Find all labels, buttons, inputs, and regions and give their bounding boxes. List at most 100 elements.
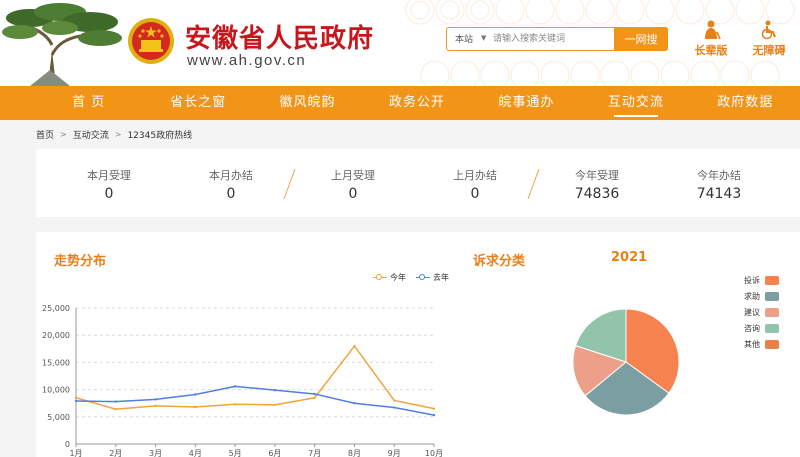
pie-legend-label: 求助 [744, 291, 760, 301]
stat-last-month-received: 上月受理 0 [293, 149, 413, 217]
stat-label: 上月受理 [331, 169, 375, 182]
search-input[interactable] [493, 31, 611, 47]
search-button[interactable]: 一网搜 [614, 27, 668, 51]
stat-label: 本月办结 [209, 169, 253, 182]
data-point[interactable] [393, 399, 396, 402]
data-point[interactable] [74, 396, 78, 399]
nav-item-services[interactable]: 皖事通办 [472, 86, 581, 120]
accessibility-icon [761, 20, 776, 40]
stat-last-month-completed: 上月办结 0 [415, 149, 535, 217]
nav-item-gov-affairs[interactable]: 政务公开 [362, 86, 471, 120]
accessibility-button[interactable]: 无障碍 [744, 20, 794, 58]
stat-value: 0 [226, 186, 236, 202]
x-tick-label: 9月 [388, 449, 401, 457]
x-tick-label: 5月 [229, 449, 242, 457]
chevron-down-icon[interactable]: ▼ [481, 34, 486, 42]
pie-legend-label: 投诉 [744, 275, 760, 285]
pie-legend-item[interactable]: 咨询 [744, 320, 779, 336]
stat-value: 0 [104, 186, 114, 202]
data-point[interactable] [114, 407, 117, 411]
y-tick-label: 15,000 [42, 358, 70, 367]
stat-value: 74143 [696, 186, 742, 202]
data-point[interactable] [393, 406, 396, 409]
breadcrumb-current: 12345政府热线 [127, 131, 193, 141]
y-tick-label: 10,000 [42, 386, 70, 395]
x-tick-label: 4月 [189, 449, 202, 457]
stat-value: 0 [470, 186, 480, 202]
data-point[interactable] [313, 392, 316, 396]
pie-legend-label: 咨询 [744, 323, 760, 333]
nav-item-governor[interactable]: 省长之窗 [143, 86, 252, 120]
data-point[interactable] [432, 413, 436, 417]
stat-label: 上月办结 [453, 169, 497, 182]
x-tick-label: 10月 [425, 449, 443, 457]
elder-version-button[interactable]: 长辈版 [686, 20, 736, 58]
data-point[interactable] [353, 344, 356, 348]
y-tick-label: 5,000 [47, 413, 70, 422]
accessibility-label: 无障碍 [752, 44, 786, 57]
y-tick-label: 20,000 [42, 331, 70, 340]
stat-value: 74836 [574, 186, 620, 202]
site-header: 安徽省人民政府 www.ah.gov.cn 本站 ▼ 一网搜 长辈版 无障碍 [0, 0, 800, 86]
pie-legend-label: 建议 [744, 307, 760, 317]
data-point[interactable] [154, 404, 157, 408]
nav-item-gov-data[interactable]: 政府数据 [691, 86, 800, 120]
x-tick-label: 8月 [348, 449, 361, 457]
nav-item-interaction[interactable]: 互动交流 [581, 86, 690, 120]
stat-label: 今年受理 [575, 169, 619, 182]
data-point[interactable] [353, 402, 356, 405]
pie-legend-swatch [765, 307, 779, 317]
data-point[interactable] [273, 403, 277, 407]
y-tick-label: 25,000 [42, 304, 70, 313]
x-tick-label: 1月 [69, 449, 82, 457]
data-point[interactable] [273, 388, 277, 392]
breadcrumb-separator: > [114, 130, 122, 139]
stat-this-year-received: 今年受理 74836 [537, 149, 657, 217]
legend-swatch [416, 273, 430, 282]
y-tick-label: 0 [65, 440, 70, 449]
series-line-last-year [75, 385, 435, 416]
trend-line-chart: 0 5,000 10,000 15,000 20,000 25,000 1月 2月 3月 4月 5月… [42, 304, 443, 457]
pie-legend-item[interactable]: 其他 [744, 336, 779, 352]
breadcrumb: 首页 > 互动交流 > 12345政府热线 [36, 128, 192, 141]
national-emblem-icon [128, 18, 174, 64]
data-point[interactable] [74, 399, 78, 403]
breadcrumb-home[interactable]: 首页 [36, 128, 54, 141]
elder-icon [705, 20, 721, 40]
stats-panel: 本月受理 0 本月办结 0 上月受理 0 上月办结 0 今年受理 74836 今… [36, 149, 800, 217]
pie-legend: 投诉求助建议咨询其他 [744, 272, 779, 352]
pie-legend-swatch [765, 323, 779, 333]
chart-panel: 走势分布 诉求分类 2021 今年 去年 0 5,000 10,000 15,000 2… [36, 232, 800, 457]
pie-legend-swatch [765, 275, 779, 285]
data-point[interactable] [114, 400, 117, 403]
pie-legend-swatch [765, 339, 779, 349]
pie-legend-item[interactable]: 求助 [744, 288, 779, 304]
data-point[interactable] [194, 405, 197, 409]
data-point[interactable] [194, 393, 197, 396]
stat-this-month-received: 本月受理 0 [49, 149, 169, 217]
stat-label: 本月受理 [87, 169, 131, 182]
stat-value: 0 [348, 186, 358, 202]
pie-legend-item[interactable]: 投诉 [744, 272, 779, 288]
search-bar: 本站 ▼ 一网搜 [446, 27, 668, 51]
site-title[interactable]: 安徽省人民政府 [185, 18, 374, 55]
stat-this-month-completed: 本月办结 0 [171, 149, 291, 217]
data-point[interactable] [233, 385, 237, 388]
site-domain: www.ah.gov.cn [187, 52, 307, 69]
data-point[interactable] [432, 407, 436, 410]
nav-item-home[interactable]: 首 页 [34, 86, 143, 120]
data-point[interactable] [313, 396, 316, 399]
stat-this-year-completed: 今年办结 74143 [659, 149, 779, 217]
pie-year: 2021 [611, 250, 648, 265]
pie-legend-item[interactable]: 建议 [744, 304, 779, 320]
search-scope-select[interactable]: 本站 [455, 32, 473, 45]
x-tick-label: 6月 [268, 449, 281, 457]
stat-label: 今年办结 [697, 169, 741, 182]
data-point[interactable] [233, 403, 237, 406]
elder-version-label: 长辈版 [694, 44, 728, 57]
data-point[interactable] [154, 398, 157, 401]
breadcrumb-separator: > [60, 130, 67, 139]
x-tick-label: 3月 [149, 449, 162, 457]
breadcrumb-interaction[interactable]: 互动交流 [73, 128, 109, 141]
nav-item-culture[interactable]: 徽风皖韵 [253, 86, 362, 120]
